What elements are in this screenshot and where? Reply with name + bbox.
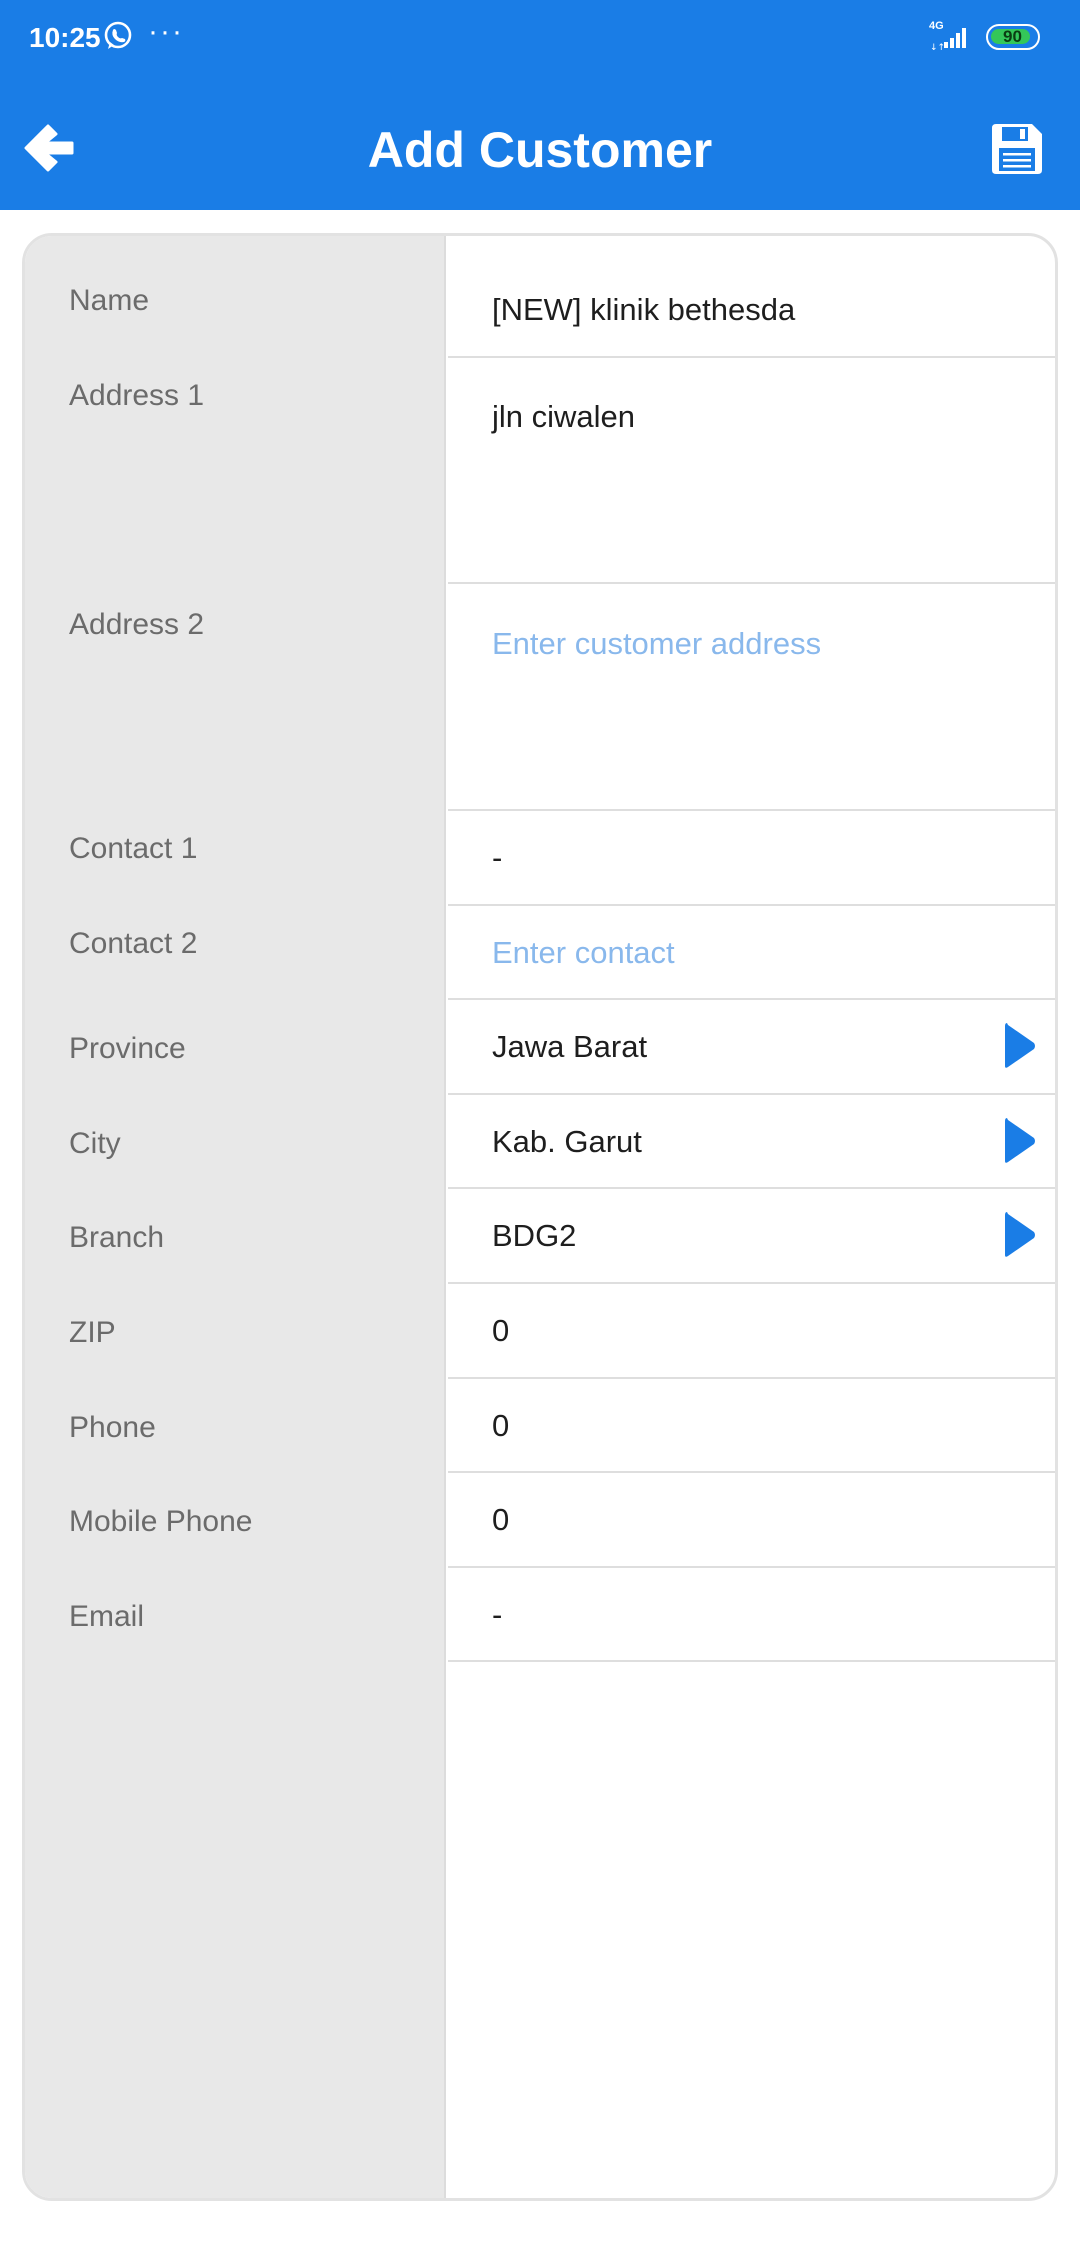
contact1-label: Contact 1 bbox=[69, 832, 198, 865]
city-value: Kab. Garut bbox=[492, 1124, 642, 1159]
address1-field[interactable]: jln ciwalen bbox=[448, 358, 1055, 584]
mobile-phone-value: 0 bbox=[492, 1502, 510, 1537]
battery-icon: 90 bbox=[986, 24, 1040, 50]
chevron-right-icon[interactable] bbox=[1003, 1020, 1037, 1072]
contact1-value: - bbox=[492, 840, 503, 875]
page-title: Add Customer bbox=[367, 122, 713, 178]
email-label: Email bbox=[69, 1600, 145, 1633]
address2-placeholder: Enter customer address bbox=[492, 626, 822, 661]
form-row-name: Name [NEW] klinik bethesda bbox=[25, 236, 1055, 358]
email-field[interactable]: - bbox=[448, 1568, 1055, 1662]
contact2-field[interactable]: Enter contact bbox=[448, 906, 1055, 1000]
address2-label: Address 2 bbox=[69, 608, 205, 641]
email-value: - bbox=[492, 1597, 503, 1632]
zip-label: ZIP bbox=[69, 1316, 116, 1349]
chevron-right-icon[interactable] bbox=[1003, 1209, 1037, 1261]
province-label: Province bbox=[69, 1032, 186, 1065]
branch-value: BDG2 bbox=[492, 1218, 577, 1253]
form-row-address2: Address 2 Enter customer address bbox=[25, 584, 1055, 811]
city-selector[interactable]: Kab. Garut bbox=[448, 1095, 1055, 1189]
customer-form-card: Name [NEW] klinik bethesda Address 1 jln… bbox=[22, 233, 1058, 2201]
contact2-placeholder: Enter contact bbox=[492, 935, 675, 970]
zip-field[interactable]: 0 bbox=[448, 1284, 1055, 1379]
form-row-contact1: Contact 1 - bbox=[25, 811, 1055, 906]
form-row-mobile-phone: Mobile Phone 0 bbox=[25, 1473, 1055, 1568]
phone-label: Phone bbox=[69, 1411, 156, 1444]
svg-text:↓↑: ↓↑ bbox=[930, 43, 945, 52]
province-value: Jawa Barat bbox=[492, 1029, 648, 1064]
name-field[interactable]: [NEW] klinik bethesda bbox=[448, 236, 1055, 358]
city-label: City bbox=[69, 1127, 121, 1160]
form-row-province: Province Jawa Barat bbox=[25, 1000, 1055, 1095]
form-row-contact2: Contact 2 Enter contact bbox=[25, 906, 1055, 1000]
mobile-phone-field[interactable]: 0 bbox=[448, 1473, 1055, 1568]
contact2-label: Contact 2 bbox=[69, 927, 198, 960]
name-value: [NEW] klinik bethesda bbox=[492, 292, 796, 327]
battery-level: 90 bbox=[1003, 27, 1022, 46]
branch-label: Branch bbox=[69, 1221, 165, 1254]
app-bar: 10:25 ··· 4G ↓↑ 90 Add Customer bbox=[0, 0, 1080, 210]
status-time: 10:25 bbox=[29, 22, 101, 53]
form-row-phone: Phone 0 bbox=[25, 1379, 1055, 1473]
form-row-email: Email - bbox=[25, 1568, 1055, 1662]
save-button[interactable] bbox=[988, 120, 1046, 178]
signal-icon: ↓↑ bbox=[930, 28, 966, 52]
address1-label: Address 1 bbox=[69, 379, 205, 412]
province-selector[interactable]: Jawa Barat bbox=[448, 1000, 1055, 1095]
whatsapp-icon bbox=[104, 21, 132, 49]
phone-value: 0 bbox=[492, 1408, 510, 1443]
mobile-phone-label: Mobile Phone bbox=[69, 1505, 253, 1538]
address2-field[interactable]: Enter customer address bbox=[448, 584, 1055, 811]
address1-value: jln ciwalen bbox=[492, 399, 636, 434]
form-row-branch: Branch BDG2 bbox=[25, 1189, 1055, 1284]
more-notifications-icon: ··· bbox=[148, 15, 184, 48]
form-row-zip: ZIP 0 bbox=[25, 1284, 1055, 1379]
name-label: Name bbox=[69, 284, 150, 317]
branch-selector[interactable]: BDG2 bbox=[448, 1189, 1055, 1284]
chevron-right-icon[interactable] bbox=[1003, 1115, 1037, 1167]
zip-value: 0 bbox=[492, 1313, 510, 1348]
form-row-address1: Address 1 jln ciwalen bbox=[25, 358, 1055, 584]
phone-field[interactable]: 0 bbox=[448, 1379, 1055, 1473]
contact1-field[interactable]: - bbox=[448, 811, 1055, 906]
form-row-city: City Kab. Garut bbox=[25, 1095, 1055, 1189]
